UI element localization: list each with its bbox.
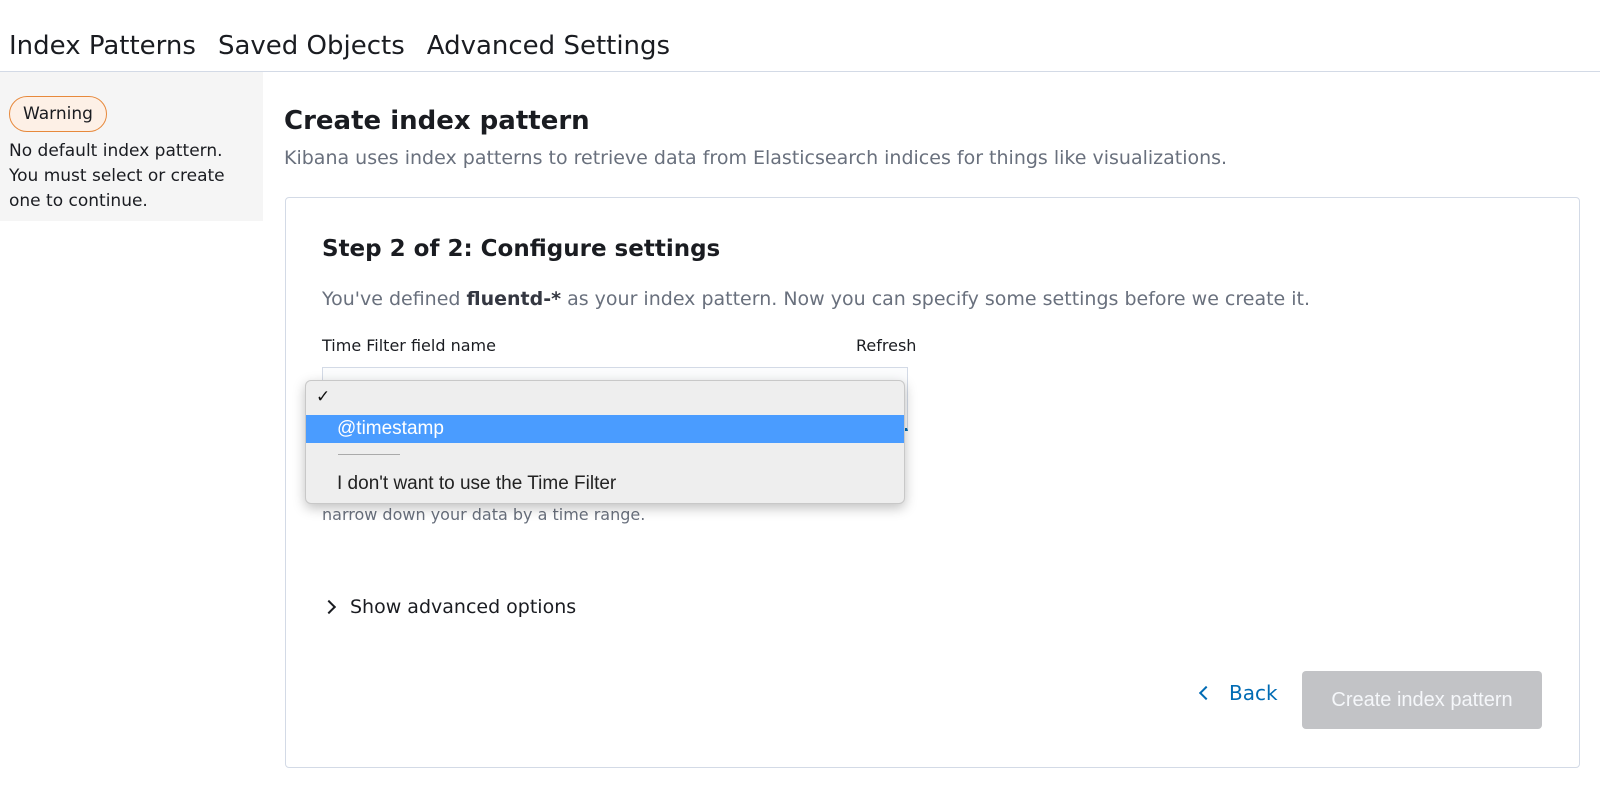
tab-saved-objects[interactable]: Saved Objects: [218, 27, 405, 65]
dropdown-option-timestamp[interactable]: @timestamp: [306, 415, 904, 443]
warning-text: No default index pattern. You must selec…: [9, 141, 225, 211]
tab-index-patterns[interactable]: Index Patterns: [9, 27, 196, 65]
tab-advanced-settings[interactable]: Advanced Settings: [427, 27, 670, 65]
refresh-link[interactable]: Refresh: [856, 336, 916, 355]
step-title: Step 2 of 2: Configure settings: [322, 236, 721, 262]
chevron-left-icon: [1198, 685, 1214, 701]
page-title: Create index pattern: [284, 106, 590, 136]
create-index-pattern-button[interactable]: Create index pattern: [1302, 671, 1542, 729]
chevron-right-icon: [321, 599, 337, 615]
time-filter-label: Time Filter field name: [322, 336, 496, 355]
warning-badge: Warning: [9, 96, 107, 132]
step-description: You've defined fluentd-* as your index p…: [322, 288, 1310, 310]
checkmark-icon: ✓: [316, 387, 331, 406]
time-filter-help-text: narrow down your data by a time range.: [322, 505, 646, 524]
index-pattern-name: fluentd-*: [466, 288, 562, 310]
advanced-options-label: Show advanced options: [350, 596, 577, 618]
step-desc-suffix: as your index pattern. Now you can speci…: [567, 288, 1311, 310]
step-desc-prefix: You've defined: [322, 288, 461, 310]
page-description: Kibana uses index patterns to retrieve d…: [284, 147, 1228, 169]
show-advanced-options-toggle[interactable]: Show advanced options: [321, 596, 577, 618]
dropdown-separator: [338, 454, 400, 455]
time-filter-dropdown-menu: ✓ @timestamp I don't want to use the Tim…: [305, 380, 905, 504]
back-button[interactable]: Back: [1198, 673, 1278, 713]
management-tabs: Index Patterns Saved Objects Advanced Se…: [0, 20, 1600, 72]
main-header: Create index pattern Kibana uses index p…: [284, 104, 1580, 171]
dropdown-option-no-time-filter[interactable]: I don't want to use the Time Filter: [337, 471, 616, 497]
back-label: Back: [1229, 681, 1278, 705]
sidebar: Warning No default index pattern. You mu…: [0, 72, 263, 221]
